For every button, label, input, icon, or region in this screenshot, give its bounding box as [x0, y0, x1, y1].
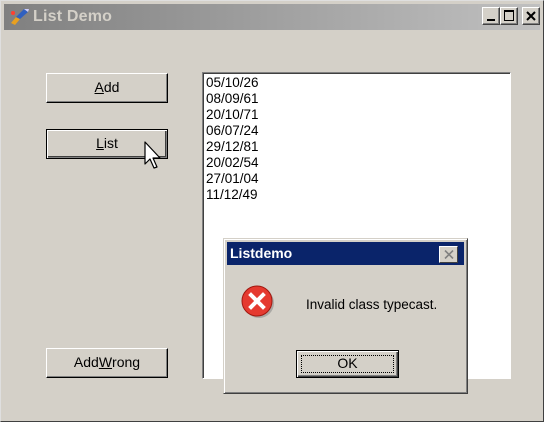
add-button[interactable]: Add: [46, 73, 168, 103]
add-button-label-post: dd: [103, 79, 120, 95]
add-wrong-button-accelerator: W: [98, 354, 113, 370]
add-wrong-button-label-pre: Add: [73, 354, 99, 370]
list-item[interactable]: 08/09/61: [206, 91, 259, 107]
error-dialog: Listdemo Invalid class typecast. OK: [223, 238, 468, 394]
add-wrong-button[interactable]: Add Wrong: [46, 348, 168, 378]
dialog-message: Invalid class typecast.: [306, 297, 438, 312]
list-button-accelerator: L: [96, 135, 104, 151]
close-button[interactable]: [522, 7, 540, 25]
list-item[interactable]: 20/02/54: [206, 155, 259, 171]
ok-button[interactable]: OK: [296, 350, 399, 378]
list-item[interactable]: 11/12/49: [206, 187, 258, 203]
main-window: List Demo Add List Add Wrong 05/10/26 08…: [0, 0, 544, 422]
dialog-title-bar[interactable]: Listdemo: [227, 242, 464, 265]
dialog-close-button[interactable]: [439, 246, 458, 263]
list-item[interactable]: 20/10/71: [206, 107, 259, 123]
list-item[interactable]: 06/07/24: [206, 123, 259, 139]
dialog-title: Listdemo: [230, 245, 293, 261]
app-icon: [11, 9, 29, 25]
list-button-label-post: ist: [103, 135, 118, 151]
list-item[interactable]: 29/12/81: [206, 139, 259, 155]
maximize-button[interactable]: [500, 7, 518, 25]
mouse-pointer-icon: [144, 141, 161, 169]
title-bar[interactable]: List Demo: [4, 4, 540, 30]
list-item[interactable]: 27/01/04: [206, 171, 259, 187]
add-button-accelerator: A: [94, 79, 104, 95]
error-icon: [241, 285, 274, 318]
focus-rectangle: [301, 355, 394, 373]
close-icon: [444, 250, 454, 259]
window-title: List Demo: [33, 8, 113, 25]
minimize-button[interactable]: [482, 7, 500, 25]
close-icon: [526, 11, 536, 21]
list-item[interactable]: 05/10/26: [206, 75, 259, 91]
add-wrong-button-label-post: rong: [112, 354, 141, 370]
